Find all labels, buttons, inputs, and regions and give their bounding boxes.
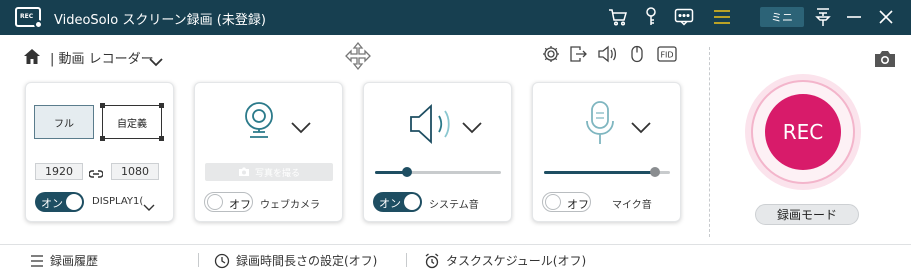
app-logo-text: REC xyxy=(20,13,34,20)
link-icon[interactable] xyxy=(88,165,104,184)
record-history-button[interactable]: 録画履歴 xyxy=(30,252,98,269)
task-schedule-button[interactable]: タスクスケジュール(オフ) xyxy=(424,252,586,269)
camera-icon xyxy=(238,167,249,176)
full-screen-label: フル xyxy=(54,118,74,130)
move-icon[interactable] xyxy=(343,41,373,75)
close-icon[interactable] xyxy=(875,6,897,28)
height-input[interactable]: 1080 xyxy=(111,163,159,180)
full-screen-option[interactable]: フル xyxy=(34,105,94,139)
chevron-down-icon[interactable] xyxy=(149,52,163,71)
gear-icon[interactable] xyxy=(541,45,561,63)
custom-area-label: 自定義 xyxy=(117,118,147,130)
duration-setting-button[interactable]: 録画時間長さの設定(オフ) xyxy=(214,252,377,269)
record-history-label: 録画履歴 xyxy=(50,254,99,268)
bottom-bar: 録画履歴 録画時間長さの設定(オフ) タスクスケジュール(オフ) xyxy=(0,244,911,275)
task-schedule-label: タスクスケジュール(オフ) xyxy=(446,254,587,268)
system-volume-knob[interactable] xyxy=(401,167,412,177)
home-icon[interactable] xyxy=(23,48,41,69)
mouse-icon[interactable] xyxy=(627,45,647,63)
microphone-volume-knob[interactable] xyxy=(649,167,660,177)
system-sound-label: システム音 xyxy=(429,200,479,211)
microphone-card: オフ マイク音 xyxy=(532,82,681,222)
webcam-card: 写真を撮る オフ ウェブカメラ xyxy=(194,82,343,222)
system-sound-toggle-label: オン xyxy=(379,197,401,210)
webcam-icon xyxy=(242,101,276,143)
fps-icon[interactable]: FID xyxy=(657,45,677,63)
recorder-mode-label[interactable]: | 動画 レコーダー xyxy=(50,48,154,67)
microphone-large-icon xyxy=(585,101,615,151)
speaker-large-icon xyxy=(408,103,460,149)
webcam-toggle-label: オフ xyxy=(229,198,251,211)
record-mode-button[interactable]: 録画モード xyxy=(755,204,859,225)
display-source-label: DISPLAY1( xyxy=(92,196,144,207)
title-bar: REC VideoSolo スクリーン録画 (未登録) ミニ xyxy=(0,0,911,35)
microphone-toggle-label: オフ xyxy=(567,198,589,211)
webcam-chevron-icon[interactable] xyxy=(291,119,311,138)
pin-icon[interactable] xyxy=(812,6,834,28)
system-volume-slider[interactable] xyxy=(375,167,501,177)
bottom-separator xyxy=(198,253,199,267)
speaker-icon[interactable] xyxy=(597,45,617,63)
export-icon[interactable] xyxy=(568,45,588,63)
webcam-toggle[interactable]: オフ xyxy=(204,192,253,212)
fps-label: FID xyxy=(660,51,673,60)
bottom-separator xyxy=(406,253,407,267)
rec-button[interactable]: REC xyxy=(765,94,841,170)
list-icon xyxy=(31,254,43,267)
vertical-divider xyxy=(709,47,710,237)
screenshot-camera-icon[interactable] xyxy=(873,50,897,72)
take-photo-label: 写真を撮る xyxy=(254,168,300,179)
mini-mode-button[interactable]: ミニ xyxy=(760,7,804,27)
rec-button-halo: REC xyxy=(745,74,861,190)
chat-icon[interactable] xyxy=(673,6,695,28)
width-input[interactable]: 1920 xyxy=(35,163,83,180)
app-logo: REC xyxy=(15,7,43,29)
webcam-label: ウェブカメラ xyxy=(260,200,320,211)
display-toggle-label: オン xyxy=(41,197,63,210)
clock-icon xyxy=(214,253,230,268)
display-card: フル 自定義 1920 1080 オン DISPLAY1( xyxy=(25,82,174,222)
system-sound-chevron-icon[interactable] xyxy=(462,119,482,138)
key-icon[interactable] xyxy=(640,6,662,28)
system-sound-toggle[interactable]: オン xyxy=(373,192,422,212)
microphone-volume-slider[interactable] xyxy=(544,167,670,177)
menu-icon[interactable] xyxy=(711,6,733,28)
minimize-icon[interactable] xyxy=(843,6,865,28)
cart-icon[interactable] xyxy=(607,6,629,28)
microphone-label: マイク音 xyxy=(612,200,652,211)
system-sound-card: オン システム音 xyxy=(363,82,512,222)
display-toggle[interactable]: オン xyxy=(35,192,84,212)
microphone-toggle[interactable]: オフ xyxy=(542,192,591,212)
display-source-chevron-icon[interactable] xyxy=(143,197,155,216)
microphone-chevron-icon[interactable] xyxy=(631,119,651,138)
custom-area-option[interactable]: 自定義 xyxy=(100,103,164,141)
alarm-clock-icon xyxy=(425,252,439,268)
app-title: VideoSolo スクリーン録画 (未登録) xyxy=(54,13,266,28)
duration-setting-label: 録画時間長さの設定(オフ) xyxy=(236,254,378,268)
take-photo-button[interactable]: 写真を撮る xyxy=(205,163,333,181)
